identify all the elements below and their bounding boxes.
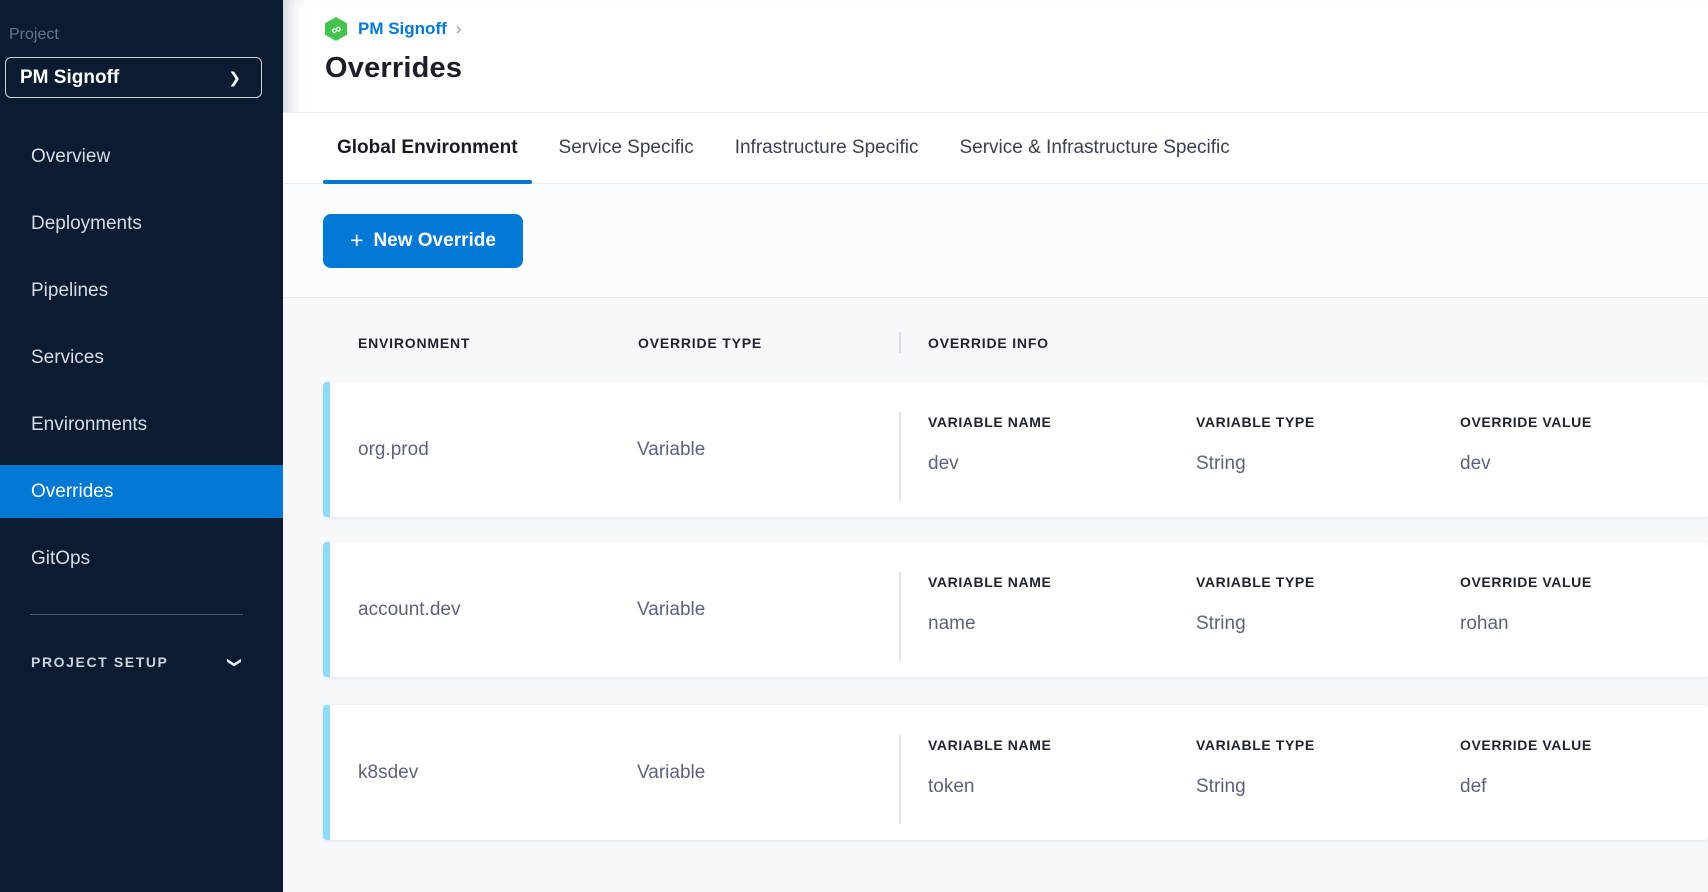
column-header-environment: ENVIRONMENT	[358, 335, 470, 351]
override-value-label: OVERRIDE VALUE	[1460, 415, 1592, 430]
override-value-value: dev	[1460, 454, 1592, 473]
tab-service-infrastructure-specific[interactable]: Service & Infrastructure Specific	[945, 113, 1243, 183]
variable-type-label: VARIABLE TYPE	[1196, 415, 1315, 430]
table-row[interactable]: k8sdev Variable VARIABLE NAME token VARI…	[323, 705, 1708, 840]
project-sidebar: Project PM Signoff ❯ Overview Deployment…	[0, 0, 283, 892]
row-variable-type-group: VARIABLE TYPE String	[1196, 415, 1315, 473]
row-column-divider	[899, 572, 901, 661]
variable-name-label: VARIABLE NAME	[928, 415, 1051, 430]
chevron-right-icon: ❯	[228, 69, 241, 87]
row-variable-name-group: VARIABLE NAME name	[928, 575, 1051, 633]
override-value-value: rohan	[1460, 614, 1592, 633]
row-environment: k8sdev	[358, 762, 418, 784]
project-setup-toggle[interactable]: PROJECT SETUP ❯	[31, 650, 241, 674]
variable-type-label: VARIABLE TYPE	[1196, 575, 1315, 590]
project-scope-label: Project	[9, 26, 59, 44]
row-accent-bar	[323, 542, 330, 677]
variable-name-value: name	[928, 614, 1051, 633]
variable-type-value: String	[1196, 614, 1315, 633]
sidebar-item-pipelines[interactable]: Pipelines	[0, 264, 283, 317]
variable-type-value: String	[1196, 454, 1315, 473]
override-value-value: def	[1460, 777, 1592, 796]
row-column-divider	[899, 735, 901, 824]
row-override-type: Variable	[637, 439, 705, 461]
sidebar-item-services[interactable]: Services	[0, 331, 283, 384]
table-row[interactable]: account.dev Variable VARIABLE NAME name …	[323, 542, 1708, 677]
app-root: Project PM Signoff ❯ Overview Deployment…	[0, 0, 1708, 892]
plus-icon: +	[350, 229, 363, 252]
main-content: ∞ PM Signoff › Overrides Global Environm…	[283, 0, 1708, 892]
column-header-override-info: OVERRIDE INFO	[928, 335, 1049, 351]
row-column-divider	[899, 412, 901, 501]
page-title: Overrides	[325, 52, 1708, 85]
chevron-down-icon: ❯	[227, 656, 244, 668]
row-environment: account.dev	[358, 599, 460, 621]
table-row[interactable]: org.prod Variable VARIABLE NAME dev VARI…	[323, 382, 1708, 517]
sidebar-item-environments[interactable]: Environments	[0, 398, 283, 451]
row-override-value-group: OVERRIDE VALUE rohan	[1460, 575, 1592, 633]
variable-type-label: VARIABLE TYPE	[1196, 738, 1315, 753]
toolbar: + New Override	[283, 184, 1708, 298]
variable-name-value: dev	[928, 454, 1051, 473]
variable-name-label: VARIABLE NAME	[928, 575, 1051, 590]
variable-type-value: String	[1196, 777, 1315, 796]
tab-infrastructure-specific[interactable]: Infrastructure Specific	[721, 113, 933, 183]
tab-global-environment[interactable]: Global Environment	[323, 113, 532, 183]
row-override-value-group: OVERRIDE VALUE dev	[1460, 415, 1592, 473]
row-variable-type-group: VARIABLE TYPE String	[1196, 738, 1315, 796]
sidebar-item-gitops[interactable]: GitOps	[0, 532, 283, 585]
row-variable-name-group: VARIABLE NAME dev	[928, 415, 1051, 473]
overrides-table: ENVIRONMENT OVERRIDE TYPE OVERRIDE INFO …	[283, 298, 1708, 892]
row-accent-bar	[323, 382, 330, 517]
page-header: ∞ PM Signoff › Overrides	[283, 0, 1708, 112]
sidebar-item-deployments[interactable]: Deployments	[0, 197, 283, 250]
row-variable-type-group: VARIABLE TYPE String	[1196, 575, 1315, 633]
tab-service-specific[interactable]: Service Specific	[545, 113, 708, 183]
sidebar-item-overview[interactable]: Overview	[0, 130, 283, 183]
breadcrumb-separator-icon: ›	[456, 19, 462, 39]
row-accent-bar	[323, 705, 330, 840]
project-setup-label: PROJECT SETUP	[31, 654, 169, 670]
sidebar-nav: Overview Deployments Pipelines Services …	[0, 130, 283, 599]
cd-module-icon: ∞	[325, 17, 347, 41]
project-selector-value: PM Signoff	[20, 67, 119, 89]
sidebar-divider	[30, 614, 243, 615]
row-override-value-group: OVERRIDE VALUE def	[1460, 738, 1592, 796]
row-override-type: Variable	[637, 599, 705, 621]
variable-name-label: VARIABLE NAME	[928, 738, 1051, 753]
sidebar-item-overrides[interactable]: Overrides	[0, 465, 283, 518]
row-environment: org.prod	[358, 439, 429, 461]
new-override-button[interactable]: + New Override	[323, 214, 523, 268]
header-column-divider	[899, 332, 901, 353]
override-value-label: OVERRIDE VALUE	[1460, 738, 1592, 753]
breadcrumb: ∞ PM Signoff ›	[325, 17, 1708, 41]
new-override-button-label: New Override	[373, 230, 496, 252]
row-override-type: Variable	[637, 762, 705, 784]
project-selector[interactable]: PM Signoff ❯	[5, 57, 262, 98]
override-value-label: OVERRIDE VALUE	[1460, 575, 1592, 590]
override-tabs: Global Environment Service Specific Infr…	[283, 112, 1708, 184]
row-variable-name-group: VARIABLE NAME token	[928, 738, 1051, 796]
column-header-override-type: OVERRIDE TYPE	[638, 335, 762, 351]
breadcrumb-project-link[interactable]: PM Signoff	[358, 19, 447, 39]
variable-name-value: token	[928, 777, 1051, 796]
